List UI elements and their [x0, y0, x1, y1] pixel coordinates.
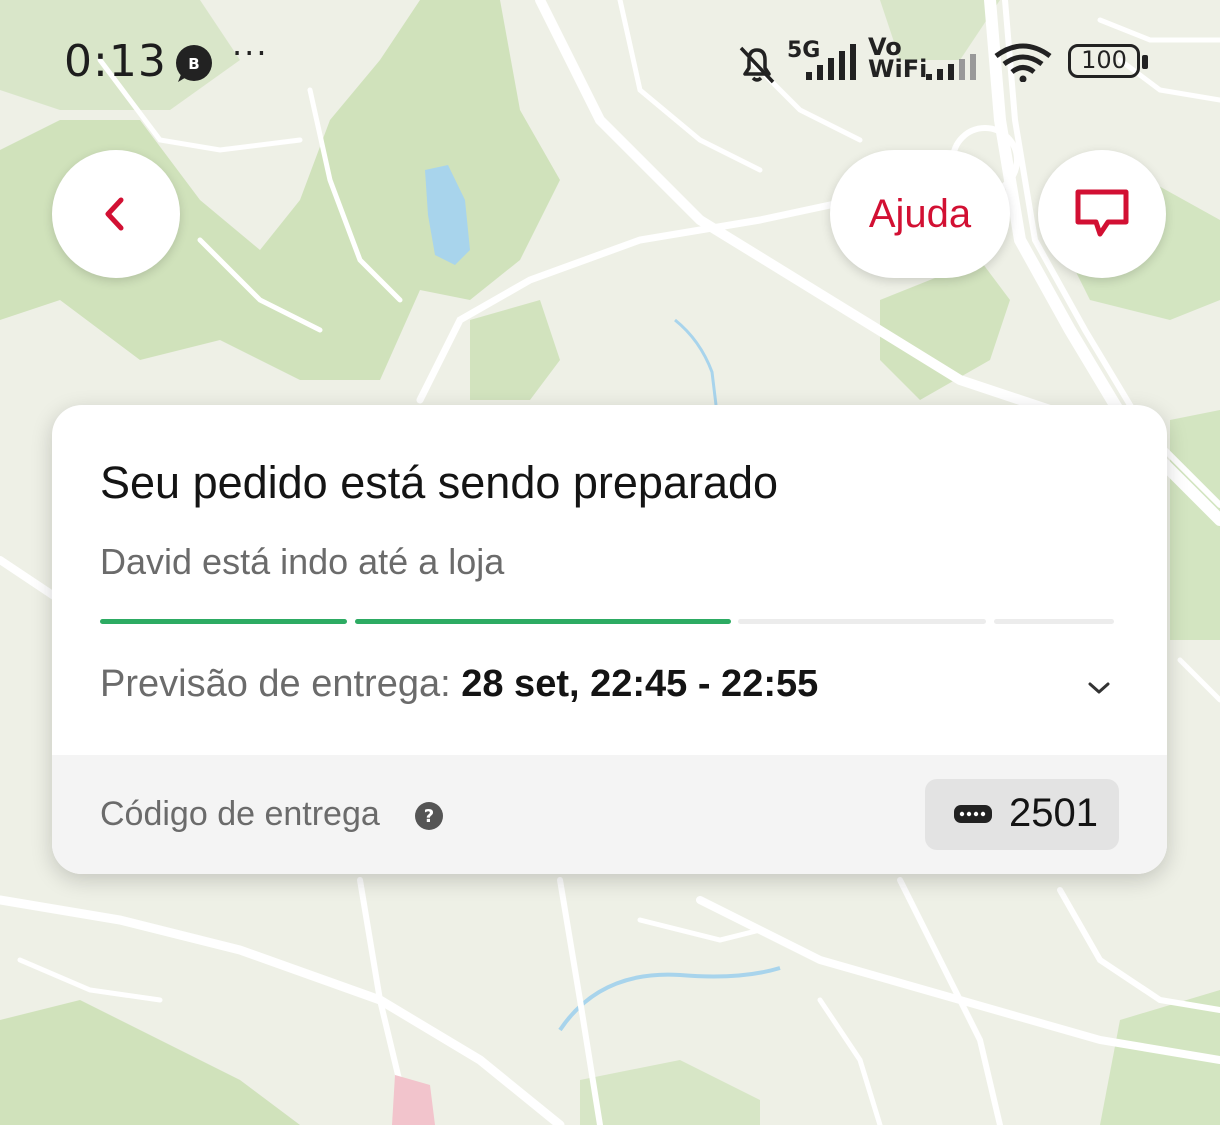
progress-segment-3 [738, 619, 986, 624]
vowifi-line-2: WiFi [868, 55, 928, 83]
battery-level: 100 [1081, 46, 1127, 74]
delivery-eta-label: Previsão de entrega: [100, 663, 462, 705]
status-time: 0:13 [64, 36, 167, 87]
progress-segment-4 [994, 619, 1114, 624]
delivery-code-section: Código de entrega ? 2501 [52, 755, 1167, 874]
order-status-title: Seu pedido está sendo preparado [100, 457, 779, 508]
progress-segment-2 [355, 619, 731, 624]
chevron-down-icon[interactable] [1084, 673, 1114, 703]
chat-bubble-icon [1075, 189, 1129, 237]
help-button-label: Ajuda [868, 191, 972, 236]
delivery-code-chip[interactable]: 2501 [925, 779, 1119, 850]
svg-text:B: B [188, 55, 199, 73]
progress-fill-1 [100, 619, 347, 624]
progress-segment-1 [100, 619, 347, 624]
delivery-eta-value: 28 set, 22:45 - 22:55 [461, 663, 819, 705]
signal-bars-2-icon [926, 54, 976, 80]
back-button[interactable] [52, 150, 180, 278]
password-dots-icon [954, 805, 992, 823]
order-status-subtitle: David está indo até a loja [100, 541, 505, 582]
vowifi-label: Vo WiFi [868, 35, 928, 83]
delivery-code-value: 2501 [1009, 791, 1098, 835]
wifi-icon [994, 43, 1052, 82]
help-button[interactable]: Ajuda [830, 150, 1010, 278]
question-circle-icon[interactable]: ? [414, 801, 444, 831]
silent-bell-icon [739, 46, 775, 84]
delivery-eta-text: Previsão de entrega: 28 set, 22:45 - 22:… [100, 663, 818, 706]
delivery-eta-row[interactable]: Previsão de entrega: 28 set, 22:45 - 22:… [100, 657, 1114, 717]
progress-fill-2 [355, 619, 731, 624]
delivery-code-label: Código de entrega [100, 795, 380, 833]
battery-tip [1142, 55, 1148, 69]
whatsapp-business-icon: B [176, 45, 212, 82]
status-bar: 0:13 B ··· 5G Vo WiFi 100 [0, 0, 1220, 120]
chat-button[interactable] [1038, 150, 1166, 278]
order-progress-bar [100, 619, 1114, 624]
more-notifications: ··· [232, 34, 269, 72]
signal-bars-icon [806, 44, 856, 80]
chevron-left-icon [105, 197, 124, 231]
order-status-card: Seu pedido está sendo preparado David es… [52, 405, 1167, 874]
svg-text:?: ? [424, 806, 434, 827]
